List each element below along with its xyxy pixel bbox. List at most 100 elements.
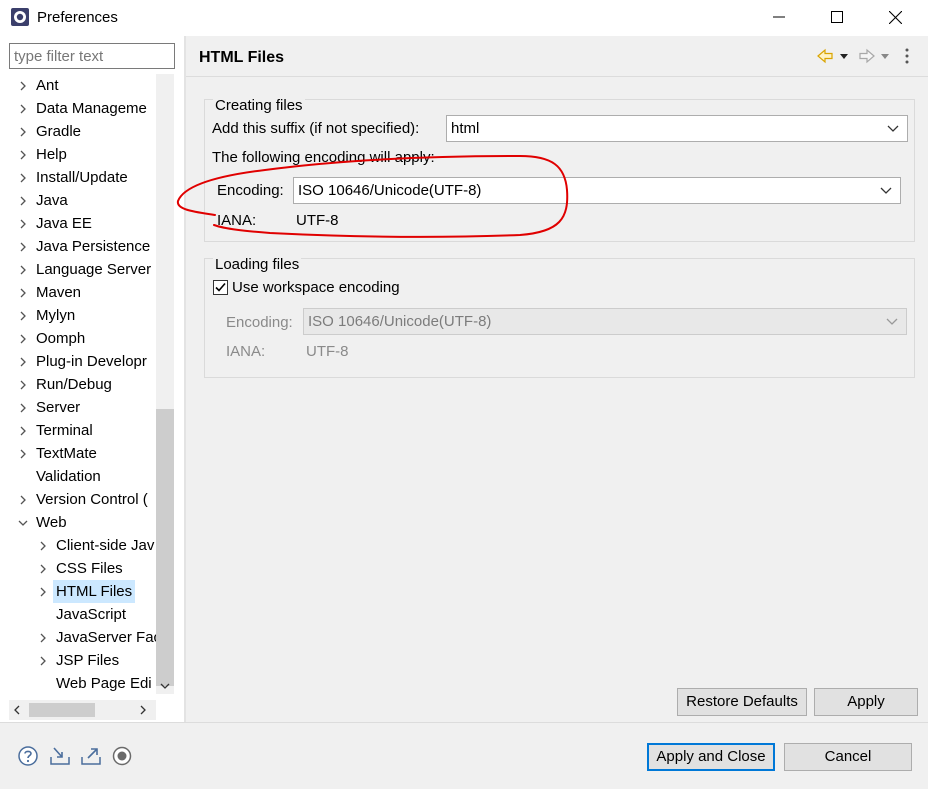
chevron-right-icon[interactable] <box>17 286 29 300</box>
minimize-icon <box>773 16 785 18</box>
chevron-right-icon[interactable] <box>17 378 29 392</box>
back-history-dropdown-icon[interactable] <box>840 54 848 59</box>
encoding-value: ISO 10646/Unicode(UTF-8) <box>298 182 482 199</box>
creating-files-group: Creating files Add this suffix (if not s… <box>204 97 915 242</box>
tree-vertical-scrollbar[interactable] <box>156 74 174 694</box>
scroll-left-icon[interactable] <box>11 704 23 716</box>
chevron-right-icon[interactable] <box>17 79 29 93</box>
view-menu-icon[interactable] <box>905 48 909 64</box>
chevron-right-icon[interactable] <box>17 148 29 162</box>
tree-item-label: Help <box>36 146 67 163</box>
maximize-icon <box>831 11 843 23</box>
chevron-right-icon[interactable] <box>17 447 29 461</box>
chevron-right-icon[interactable] <box>17 125 29 139</box>
chevron-right-icon[interactable] <box>37 654 49 668</box>
title-bar: Preferences <box>0 0 928 36</box>
preference-tree: Ant Data Manageme Gradle Help Install/Update… <box>0 74 156 694</box>
encoding-note: The following encoding will apply: <box>212 149 435 166</box>
vertical-scroll-thumb[interactable] <box>156 409 174 686</box>
chevron-right-icon[interactable] <box>17 194 29 208</box>
loading-iana-value: UTF-8 <box>306 343 349 360</box>
tree-item-label: Server <box>36 399 81 416</box>
loading-iana-label: IANA: <box>226 343 266 360</box>
chevron-right-icon[interactable] <box>37 631 49 645</box>
tree-item-label: Java EE <box>36 215 92 232</box>
suffix-combo[interactable]: html <box>446 115 908 142</box>
iana-value: UTF-8 <box>296 212 339 229</box>
title-separator <box>186 76 928 77</box>
horizontal-scroll-thumb[interactable] <box>29 703 95 717</box>
tree-item-label: Maven <box>36 284 82 301</box>
tree-item-label: Mylyn <box>36 307 76 324</box>
filter-input[interactable] <box>9 43 175 69</box>
chevron-right-icon[interactable] <box>17 263 29 277</box>
scroll-right-icon[interactable] <box>137 704 149 716</box>
import-icon[interactable] <box>49 745 71 767</box>
minimize-button[interactable] <box>750 0 808 34</box>
back-arrow-icon[interactable] <box>817 48 833 64</box>
chevron-down-icon <box>886 318 898 325</box>
tree-item-label: Plug-in Developr <box>36 353 147 370</box>
loading-files-group: Loading files Use workspace encoding Enc… <box>204 256 915 378</box>
tree-horizontal-scrollbar[interactable] <box>9 700 156 720</box>
close-button[interactable] <box>866 0 924 34</box>
forward-arrow-icon[interactable] <box>859 48 875 64</box>
tree-item-label: Web <box>36 514 67 531</box>
tree-item-label: Gradle <box>36 123 82 140</box>
encoding-label: Encoding: <box>217 182 284 199</box>
close-icon <box>888 10 902 24</box>
chevron-right-icon[interactable] <box>17 171 29 185</box>
preference-tree-panel: Ant Data Manageme Gradle Help Install/Update… <box>0 36 186 722</box>
chevron-right-icon[interactable] <box>17 355 29 369</box>
tree-item-label: JSP Files <box>56 652 120 669</box>
loading-files-title: Loading files <box>213 256 302 273</box>
chevron-right-icon[interactable] <box>17 217 29 231</box>
tree-item-label: Language Server <box>36 261 152 278</box>
forward-history-dropdown-icon[interactable] <box>881 54 889 59</box>
loading-encoding-value: ISO 10646/Unicode(UTF-8) <box>308 313 492 330</box>
chevron-right-icon[interactable] <box>17 493 29 507</box>
apply-button[interactable]: Apply <box>814 688 918 716</box>
loading-encoding-label: Encoding: <box>226 314 293 331</box>
chevron-down-icon <box>887 125 899 132</box>
chevron-right-icon[interactable] <box>37 562 49 576</box>
creating-files-title: Creating files <box>213 97 305 114</box>
page-title: HTML Files <box>199 49 285 66</box>
use-workspace-encoding-label[interactable]: Use workspace encoding <box>232 279 400 296</box>
tree-item-label: Oomph <box>36 330 86 347</box>
window-title: Preferences <box>37 9 118 26</box>
checkmark-icon <box>215 282 226 292</box>
tree-item-label: HTML Files <box>53 580 136 603</box>
cancel-button[interactable]: Cancel <box>784 743 912 771</box>
chevron-right-icon[interactable] <box>17 332 29 346</box>
chevron-right-icon[interactable] <box>37 539 49 553</box>
maximize-button[interactable] <box>808 0 866 34</box>
restore-defaults-button[interactable]: Restore Defaults <box>677 688 807 716</box>
chevron-down-icon[interactable] <box>17 516 29 530</box>
suffix-value: html <box>451 120 480 137</box>
tree-item-label: JavaServer Fac <box>56 629 156 646</box>
chevron-down-icon <box>880 187 892 194</box>
tree-item-label: CSS Files <box>56 560 123 577</box>
tree-item-label: Web Page Edi <box>56 675 152 692</box>
use-workspace-encoding-checkbox[interactable] <box>213 280 228 295</box>
encoding-combo[interactable]: ISO 10646/Unicode(UTF-8) <box>293 177 901 204</box>
tree-item-label: Java Persistence <box>36 238 151 255</box>
chevron-right-icon[interactable] <box>17 240 29 254</box>
tree-item-label: Client-side Jav <box>56 537 155 554</box>
tree-item-label: Validation <box>36 468 101 485</box>
chevron-right-icon[interactable] <box>17 309 29 323</box>
apply-and-close-button[interactable]: Apply and Close <box>647 743 775 771</box>
chevron-right-icon[interactable] <box>17 401 29 415</box>
loading-encoding-combo: ISO 10646/Unicode(UTF-8) <box>303 308 907 335</box>
scroll-down-icon[interactable] <box>159 680 171 692</box>
tree-item-label: Terminal <box>36 422 93 439</box>
record-icon[interactable] <box>111 745 133 767</box>
export-icon[interactable] <box>80 745 102 767</box>
tree-item-label: TextMate <box>36 445 97 462</box>
chevron-right-icon[interactable] <box>17 102 29 116</box>
help-icon[interactable] <box>17 745 39 767</box>
chevron-right-icon[interactable] <box>17 424 29 438</box>
chevron-right-icon[interactable] <box>37 585 49 599</box>
eclipse-app-icon <box>11 8 29 26</box>
